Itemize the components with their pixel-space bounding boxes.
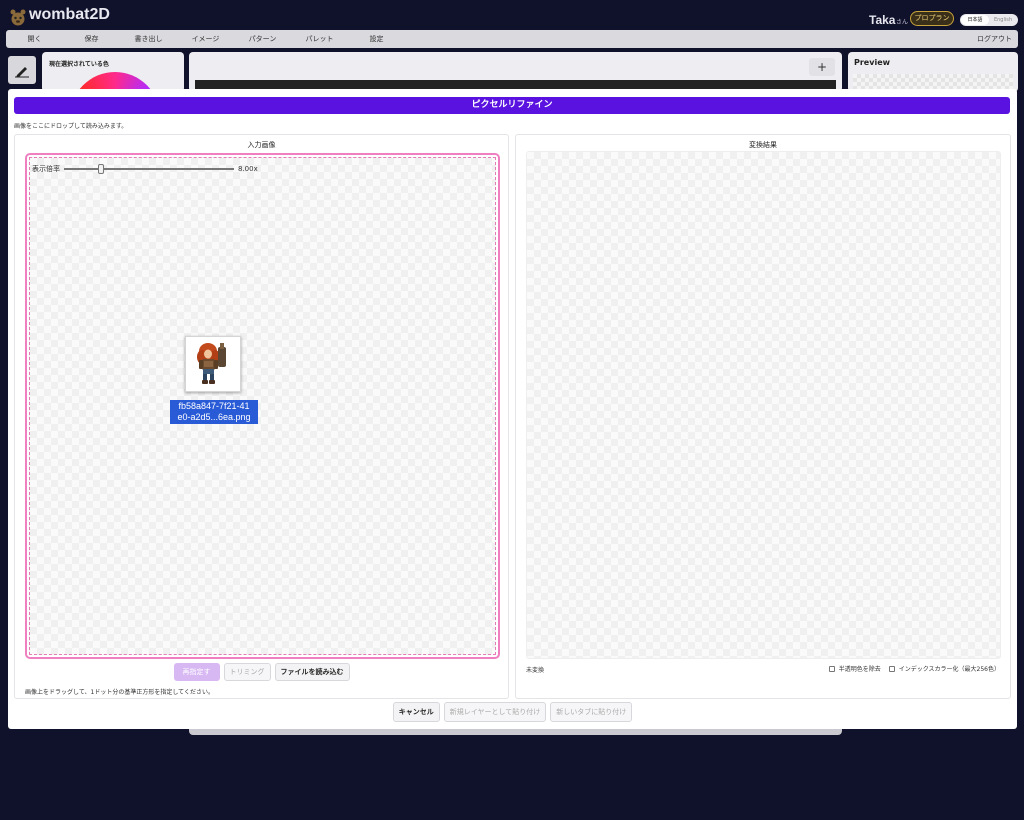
- zoom-slider-thumb[interactable]: [98, 164, 104, 174]
- zoom-label: 表示倍率: [32, 165, 60, 173]
- menu-pattern[interactable]: パターン: [234, 30, 291, 48]
- top-bar: wombat2D Taka さん プロプラン 日本語 English: [0, 0, 1024, 30]
- input-pane-title: 入力画像: [247, 141, 276, 149]
- trim-button[interactable]: トリミング: [223, 663, 271, 681]
- plan-badge[interactable]: プロプラン: [910, 11, 954, 26]
- preview-title: Preview: [854, 58, 891, 67]
- zoom-value: 8.00x: [238, 165, 258, 173]
- zoom-control: 表示倍率 8.00x: [32, 164, 258, 174]
- user-name[interactable]: Taka: [869, 13, 895, 27]
- menu-open[interactable]: 開く: [6, 30, 63, 48]
- menu-palette[interactable]: パレット: [291, 30, 348, 48]
- wombat-logo-icon: [10, 9, 26, 26]
- file-name-line-2: e0-a2d5...6ea.png: [177, 412, 251, 422]
- result-pane-title: 変換結果: [749, 141, 777, 149]
- input-image-pane: 入力画像 表示倍率 8.00x fb58a847-7f21-41 e0-a2d5…: [14, 134, 509, 699]
- paste-as-new-layer-button[interactable]: 新規レイヤーとして貼り付け: [443, 702, 547, 722]
- character-sprite-image: [197, 343, 226, 384]
- canvas-panel-bottom: [189, 728, 842, 735]
- lang-option-english[interactable]: English: [989, 15, 1017, 25]
- color-panel: 現在選択されている色: [42, 52, 184, 92]
- dialog-hint: 画像をここにドロップして読み込みます。: [14, 123, 128, 130]
- language-switch: 日本語 English: [960, 14, 1018, 26]
- pen-icon: [15, 67, 29, 78]
- index-color-label: インデックスカラー化（最大256色）: [898, 666, 1000, 673]
- remove-translucent-checkbox[interactable]: [828, 665, 835, 672]
- image-drop-zone[interactable]: 表示倍率 8.00x fb58a847-7f21-41 e0-a2d5...6e…: [25, 153, 500, 659]
- index-color-option[interactable]: インデックスカラー化（最大256色）: [888, 664, 1000, 673]
- app-logo-text: wombat2D: [29, 6, 110, 23]
- pixel-refine-dialog: ピクセルリファイン 画像をここにドロップして読み込みます。 入力画像 表示倍率 …: [8, 89, 1017, 729]
- lang-option-japanese[interactable]: 日本語: [961, 15, 989, 25]
- input-instructions: 画像上をドラッグして、1ドット分の基準正方形を指定してください。: [25, 689, 214, 696]
- dialog-footer: キャンセル 新規レイヤーとして貼り付け 新しいタブに貼り付け: [8, 702, 1017, 722]
- dragged-file-thumbnail[interactable]: [185, 336, 241, 392]
- file-name-line-1: fb58a847-7f21-41: [178, 401, 250, 411]
- user-honorific: さん: [896, 19, 909, 26]
- zoom-slider[interactable]: [64, 164, 234, 174]
- menu-image[interactable]: イメージ: [177, 30, 234, 48]
- result-pane: 変換結果 未変換 半透明色を除去 インデックスカラー化（最大256色）: [515, 134, 1011, 699]
- dragged-file-name: fb58a847-7f21-41 e0-a2d5...6ea.png: [170, 400, 258, 424]
- input-canvas[interactable]: 表示倍率 8.00x fb58a847-7f21-41 e0-a2d5...6e…: [29, 157, 496, 655]
- menu-settings[interactable]: 設定: [348, 30, 405, 48]
- result-status: 未変換: [526, 667, 545, 674]
- cancel-button[interactable]: キャンセル: [392, 702, 440, 722]
- index-color-checkbox[interactable]: [888, 665, 895, 672]
- dialog-title: ピクセルリファイン: [14, 97, 1010, 114]
- logout-link[interactable]: ログアウト: [977, 30, 1012, 48]
- respecify-button[interactable]: 再指定する: [173, 663, 220, 692]
- preview-panel: Preview: [848, 52, 1018, 92]
- result-canvas: [526, 151, 1001, 659]
- paste-in-new-tab-button[interactable]: 新しいタブに貼り付け: [550, 702, 633, 722]
- add-tab-button[interactable]: +: [809, 58, 835, 76]
- remove-translucent-option[interactable]: 半透明色を除去: [828, 664, 881, 673]
- menu-export[interactable]: 書き出し: [120, 30, 177, 48]
- menu-bar: 開く 保存 書き出し イメージ パターン パレット 設定 ログアウト: [6, 30, 1018, 48]
- input-actions: 再指定する トリミング ファイルを読み込む: [15, 663, 508, 692]
- result-options: 半透明色を除去 インデックスカラー化（最大256色）: [828, 664, 1000, 673]
- pen-tool-button[interactable]: [8, 56, 36, 84]
- canvas-panel: +: [189, 52, 842, 92]
- menu-save[interactable]: 保存: [63, 30, 120, 48]
- color-panel-title: 現在選択されている色: [49, 61, 109, 68]
- remove-translucent-label: 半透明色を除去: [838, 666, 881, 673]
- load-file-button[interactable]: ファイルを読み込む: [274, 663, 350, 681]
